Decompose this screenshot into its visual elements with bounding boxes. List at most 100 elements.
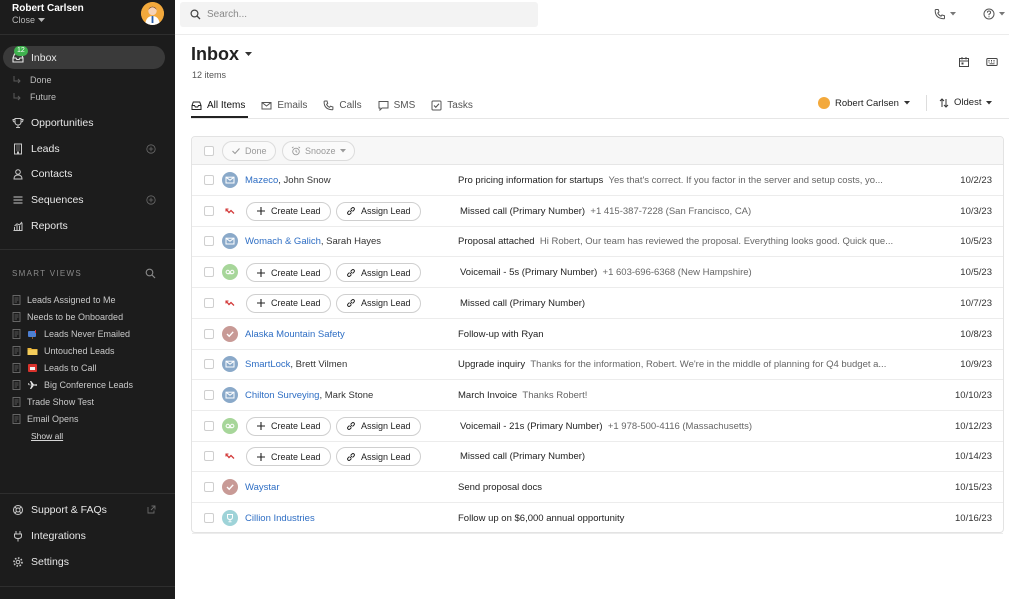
user-switcher[interactable]: Robert Carlsen Close [12, 3, 84, 25]
list-item[interactable]: Waystar Send proposal docs 10/15/23 [192, 472, 1003, 503]
row-checkbox[interactable] [204, 359, 214, 370]
assign-lead-button[interactable]: Assign Lead [336, 447, 421, 467]
show-all-link[interactable]: Show all [31, 431, 63, 441]
sidebar-item-reports[interactable]: Reports [12, 220, 68, 232]
smart-view-item[interactable]: Big Conference Leads [12, 380, 133, 390]
sidebar-item-integrations[interactable]: Integrations [12, 530, 86, 542]
create-lead-button[interactable]: Create Lead [246, 293, 331, 313]
create-lead-button[interactable]: Create Lead [246, 416, 331, 436]
row-checkbox[interactable] [204, 236, 214, 247]
lead-name[interactable]: Chilton Surveying, Mark Stone [245, 390, 373, 401]
activity-summary[interactable]: Voicemail - 21s (Primary Number) +1 978-… [460, 421, 910, 432]
snooze-button[interactable]: Snooze [282, 141, 355, 161]
activity-summary[interactable]: Send proposal docs [458, 482, 908, 493]
company-link[interactable]: SmartLock [245, 359, 290, 370]
activity-summary[interactable]: Missed call (Primary Number) [460, 451, 910, 462]
row-checkbox[interactable] [204, 175, 214, 185]
company-link[interactable]: Chilton Surveying [245, 390, 319, 401]
list-item[interactable]: Chilton Surveying, Mark Stone March Invoi… [192, 380, 1003, 411]
add-sequence-icon[interactable] [146, 195, 156, 205]
list-item[interactable]: Mazeco, John Snow Pro pricing information… [192, 165, 1003, 196]
smart-view-item[interactable]: Email Opens [12, 414, 79, 424]
sidebar-item-settings[interactable]: Settings [12, 556, 69, 568]
company-link[interactable]: Mazeco [245, 175, 278, 186]
activity-summary[interactable]: Missed call (Primary Number) [460, 298, 910, 309]
help-menu-button[interactable] [983, 8, 1005, 20]
smart-view-item[interactable]: Untouched Leads [12, 346, 115, 356]
row-checkbox[interactable] [204, 328, 214, 339]
smart-view-item[interactable]: Trade Show Test [12, 397, 94, 407]
list-item[interactable]: Create Lead Assign Lead Voicemail - 5s (Pr… [192, 257, 1003, 289]
smart-view-item[interactable]: Leads Assigned to Me [12, 295, 116, 305]
activity-summary[interactable]: Missed call (Primary Number) +1 415-387-… [460, 206, 910, 217]
company-link[interactable]: Womach & Galich [245, 236, 321, 247]
list-item[interactable]: Cillion Industries Follow up on $6,000 an… [192, 503, 1003, 534]
keyboard-icon[interactable] [986, 56, 998, 68]
assign-lead-button[interactable]: Assign Lead [336, 263, 421, 283]
smart-view-item[interactable]: Needs to be Onboarded [12, 312, 123, 322]
list-item[interactable]: Womach & Galich, Sarah Hayes Proposal att… [192, 226, 1003, 258]
smart-view-item[interactable]: Leads Never Emailed [12, 329, 130, 339]
create-lead-button[interactable]: Create Lead [246, 447, 331, 467]
sidebar-item-opportunities[interactable]: Opportunities [12, 117, 93, 129]
create-lead-button[interactable]: Create Lead [246, 263, 331, 283]
list-item[interactable]: Create Lead Assign Lead Missed call (Prima… [192, 196, 1003, 227]
assign-lead-button[interactable]: Assign Lead [336, 293, 421, 313]
done-button[interactable]: Done [222, 141, 276, 161]
list-item[interactable]: SmartLock, Brett Vilmen Upgrade inquiry T… [192, 349, 1003, 381]
owner-filter-dropdown[interactable]: Robert Carlsen [818, 97, 910, 109]
activity-summary[interactable]: Proposal attached Hi Robert, Our team ha… [458, 236, 908, 247]
search-input[interactable]: Search... [180, 2, 538, 27]
lead-name[interactable]: SmartLock, Brett Vilmen [245, 359, 347, 370]
assign-lead-button[interactable]: Assign Lead [336, 416, 421, 436]
select-all-checkbox[interactable] [204, 146, 214, 156]
row-checkbox[interactable] [204, 512, 214, 523]
row-checkbox[interactable] [204, 420, 214, 431]
tab-sms[interactable]: SMS [378, 96, 415, 114]
create-lead-button[interactable]: Create Lead [246, 201, 331, 221]
list-item[interactable]: Create Lead Assign Lead Missed call (Prima… [192, 441, 1003, 473]
row-checkbox[interactable] [204, 205, 214, 216]
tab-calls[interactable]: Calls [323, 96, 362, 114]
activity-summary[interactable]: March Invoice Thanks Robert! [458, 390, 908, 401]
list-item[interactable]: Create Lead Assign Lead Missed call (Prima… [192, 288, 1003, 319]
add-lead-icon[interactable] [146, 144, 156, 154]
lead-name[interactable]: Waystar [245, 482, 279, 493]
sidebar-item-support[interactable]: Support & FAQs [12, 504, 107, 516]
smart-view-item[interactable]: Leads to Call [12, 363, 97, 373]
lead-name[interactable]: Alaska Mountain Safety [245, 329, 345, 340]
activity-summary[interactable]: Pro pricing information for startups Yes… [458, 175, 908, 186]
list-item[interactable]: Alaska Mountain Safety Follow-up with Rya… [192, 319, 1003, 350]
sidebar-item-contacts[interactable]: Contacts [12, 168, 72, 180]
search-icon[interactable] [145, 268, 156, 279]
row-checkbox[interactable] [204, 267, 214, 278]
sidebar-item-sequences[interactable]: Sequences [12, 194, 84, 206]
assign-lead-button[interactable]: Assign Lead [336, 201, 421, 221]
activity-summary[interactable]: Follow up on $6,000 annual opportunity [458, 513, 908, 524]
row-checkbox[interactable] [204, 297, 214, 308]
tab-all-items[interactable]: All Items [191, 96, 245, 114]
row-checkbox[interactable] [204, 389, 214, 400]
calendar-icon[interactable] [958, 56, 970, 68]
page-title[interactable]: Inbox [191, 44, 252, 65]
avatar[interactable] [141, 2, 164, 25]
company-link[interactable]: Cillion Industries [245, 513, 315, 524]
sort-dropdown[interactable]: Oldest [939, 97, 993, 108]
sidebar-item-future[interactable]: Future [12, 92, 56, 102]
company-link[interactable]: Waystar [245, 482, 279, 493]
activity-summary[interactable]: Upgrade inquiry Thanks for the informati… [458, 359, 908, 370]
tab-tasks[interactable]: Tasks [431, 96, 473, 114]
phone-menu-button[interactable] [934, 8, 956, 20]
row-checkbox[interactable] [204, 451, 214, 462]
lead-name[interactable]: Cillion Industries [245, 513, 315, 524]
tab-emails[interactable]: Emails [261, 96, 307, 114]
sidebar-item-done[interactable]: Done [12, 75, 52, 85]
sidebar-item-leads[interactable]: Leads [12, 143, 60, 155]
row-checkbox[interactable] [204, 482, 214, 492]
company-link[interactable]: Alaska Mountain Safety [245, 329, 345, 340]
activity-summary[interactable]: Follow-up with Ryan [458, 329, 908, 340]
lead-name[interactable]: Womach & Galich, Sarah Hayes [245, 236, 381, 247]
list-item[interactable]: Create Lead Assign Lead Voicemail - 21s (P… [192, 411, 1003, 442]
activity-summary[interactable]: Voicemail - 5s (Primary Number) +1 603-6… [460, 267, 910, 278]
lead-name[interactable]: Mazeco, John Snow [245, 175, 331, 186]
